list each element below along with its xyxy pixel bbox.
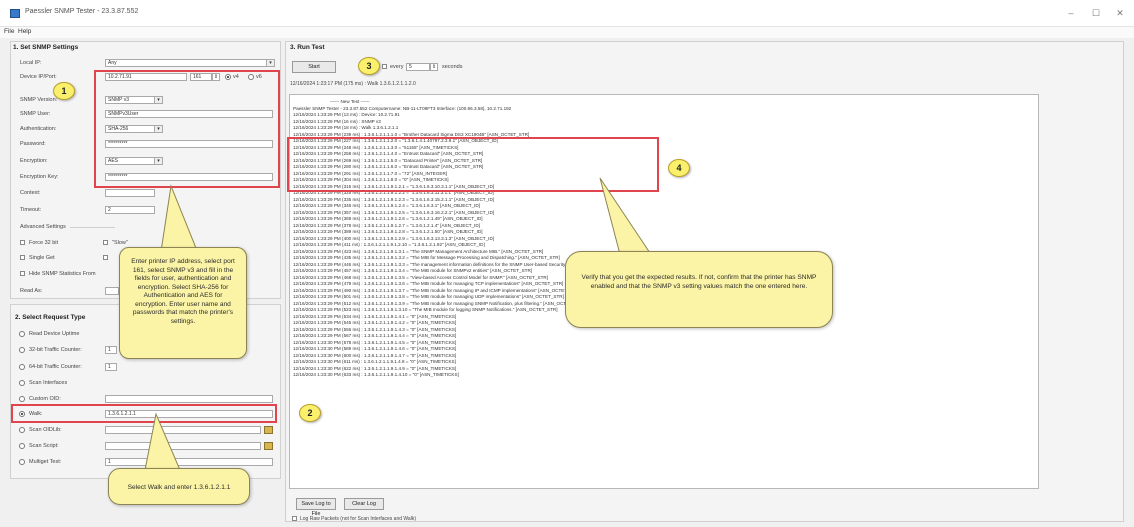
pointer-step2 [144, 412, 181, 471]
step1-callout: Enter printer IP address, select port 16… [119, 247, 247, 359]
pointer-step4 [599, 177, 657, 263]
step2-callout: Select Walk and enter 1.3.6.1.2.1.1 [108, 468, 250, 505]
step-1-badge: 1 [53, 82, 75, 100]
step-2-badge: 2 [299, 404, 321, 422]
step-3-badge: 3 [358, 57, 380, 75]
step-4-badge: 4 [668, 159, 690, 177]
step4-callout: Verify that you get the expected results… [565, 251, 833, 328]
